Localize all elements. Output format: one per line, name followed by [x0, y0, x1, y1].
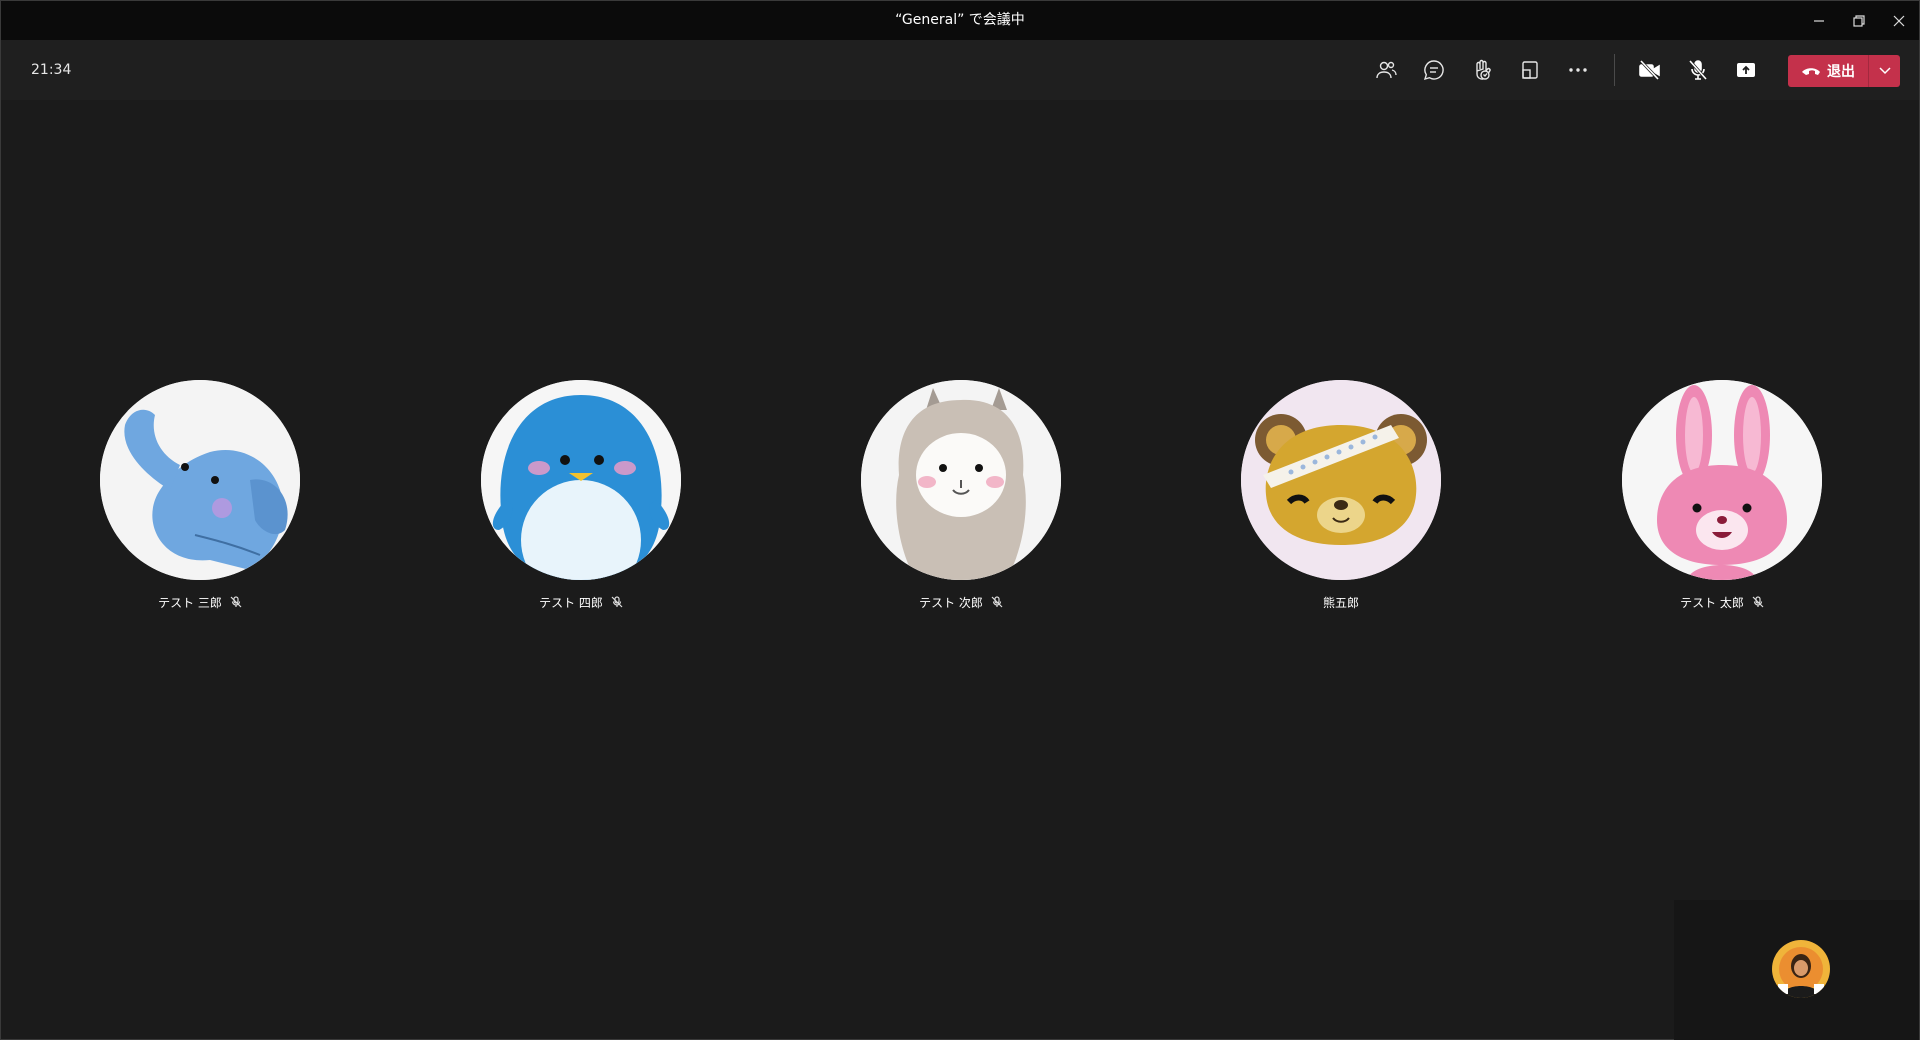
toolbar-divider: [1614, 54, 1615, 86]
participant-tile[interactable]: テスト 太郎: [1592, 380, 1852, 630]
camera-toggle-button[interactable]: [1630, 50, 1670, 90]
chevron-down-icon: [1878, 67, 1891, 75]
self-avatar: [1772, 940, 1830, 998]
mic-toggle-button[interactable]: [1678, 50, 1718, 90]
elephant-avatar-icon: [100, 380, 300, 580]
breakout-button[interactable]: [1510, 50, 1550, 90]
participant-nameplate: テスト 三郎: [70, 592, 330, 612]
breakout-icon: [1522, 61, 1538, 79]
avatar: [481, 380, 681, 580]
participant-stage: テスト 三郎 テスト 四郎 テスト 次郎 熊五郎 テスト 太郎: [1, 100, 1919, 900]
participant-nameplate: テスト 次郎: [831, 592, 1091, 612]
avatar: [1241, 380, 1441, 580]
alpaca-avatar-icon: [861, 380, 1061, 580]
avatar: [861, 380, 1061, 580]
raise-hand-button[interactable]: [1462, 50, 1502, 90]
participant-name: テスト 太郎: [1680, 595, 1744, 610]
phone-hangup-icon: [1802, 68, 1820, 75]
mic-muted-icon: [991, 596, 1003, 608]
participant-nameplate: テスト 太郎: [1592, 592, 1852, 612]
more-icon: [1569, 68, 1587, 72]
mic-off-icon: [1688, 60, 1708, 80]
mic-muted-icon: [1752, 596, 1764, 608]
chat-icon: [1423, 60, 1444, 81]
close-icon: [1893, 15, 1905, 26]
chat-button[interactable]: [1414, 50, 1454, 90]
meeting-toolbar: 21:34 退出: [1, 40, 1919, 100]
rabbit-avatar-icon: [1622, 380, 1822, 580]
participant-tile[interactable]: テスト 次郎: [831, 380, 1091, 630]
raise-hand-icon: [1476, 59, 1491, 80]
meeting-clock: 21:34: [31, 62, 72, 78]
participant-name: テスト 三郎: [158, 595, 222, 610]
avatar: [100, 380, 300, 580]
participants-button[interactable]: [1366, 50, 1406, 90]
participant-name: テスト 次郎: [919, 595, 983, 610]
share-button[interactable]: [1726, 50, 1766, 90]
penguin-avatar-icon: [481, 380, 681, 580]
participant-tile[interactable]: テスト 三郎: [70, 380, 330, 630]
participants-icon: [1376, 61, 1397, 79]
leave-button[interactable]: 退出: [1788, 55, 1868, 87]
minimize-icon: [1814, 19, 1824, 22]
participant-nameplate: テスト 四郎: [451, 592, 711, 612]
restore-icon: [1853, 14, 1865, 27]
mic-muted-icon: [230, 596, 242, 608]
camera-off-icon: [1639, 59, 1660, 81]
window-title: “General” で会議中: [895, 12, 1025, 28]
leave-button-group: 退出: [1788, 55, 1900, 87]
bear-avatar-icon: [1241, 380, 1441, 580]
meeting-window: “General” で会議中 21:34 退出 テスト 三郎 テスト 四郎 テス…: [0, 0, 1920, 1040]
more-button[interactable]: [1558, 50, 1598, 90]
leave-label: 退出: [1827, 64, 1855, 80]
close-button[interactable]: [1876, 1, 1920, 40]
participant-tile[interactable]: テスト 四郎: [451, 380, 711, 630]
self-avatar-icon: [1772, 940, 1830, 998]
participant-name: 熊五郎: [1322, 595, 1359, 610]
leave-options-button[interactable]: [1869, 55, 1900, 87]
title-bar: “General” で会議中: [1, 1, 1919, 40]
participant-nameplate: 熊五郎: [1211, 592, 1471, 612]
mic-muted-icon: [611, 596, 623, 608]
share-icon: [1737, 63, 1755, 77]
self-view-tile[interactable]: [1674, 900, 1919, 1040]
avatar: [1622, 380, 1822, 580]
participant-name: テスト 四郎: [539, 595, 603, 610]
participant-tile[interactable]: 熊五郎: [1211, 380, 1471, 630]
